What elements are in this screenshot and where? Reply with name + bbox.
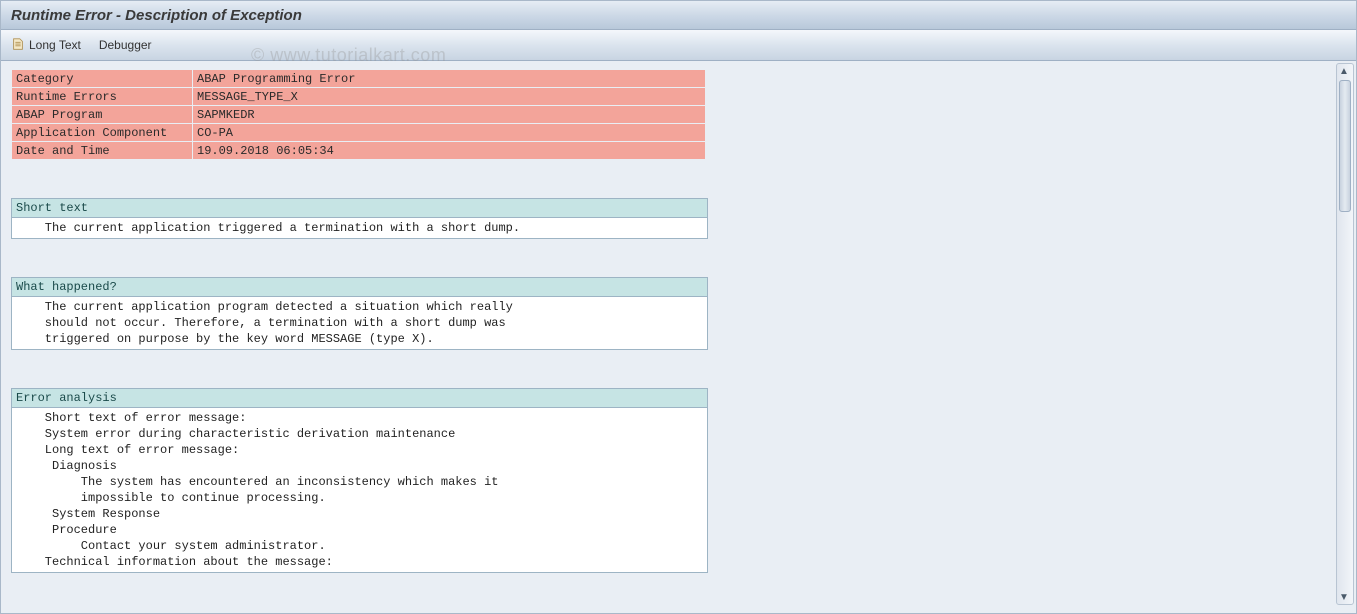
text-line: impossible to continue processing. xyxy=(12,490,707,506)
content-area: CategoryABAP Programming ErrorRuntime Er… xyxy=(1,61,1356,614)
text-line: triggered on purpose by the key word MES… xyxy=(12,331,707,347)
info-label: Category xyxy=(12,70,193,88)
debugger-label: Debugger xyxy=(99,38,152,52)
long-text-label: Long Text xyxy=(29,38,81,52)
app-window: Runtime Error - Description of Exception… xyxy=(0,0,1357,614)
info-label: Runtime Errors xyxy=(12,88,193,106)
long-text-button[interactable]: Long Text xyxy=(11,37,81,54)
info-label: Application Component xyxy=(12,124,193,142)
text-line: should not occur. Therefore, a terminati… xyxy=(12,315,707,331)
info-value: MESSAGE_TYPE_X xyxy=(193,88,706,106)
table-row: Runtime ErrorsMESSAGE_TYPE_X xyxy=(12,88,706,106)
text-line: Technical information about the message: xyxy=(12,554,707,570)
debugger-button[interactable]: Debugger xyxy=(99,38,152,52)
text-line: Short text of error message: xyxy=(12,410,707,426)
scroll-thumb[interactable] xyxy=(1339,80,1351,212)
info-value: ABAP Programming Error xyxy=(193,70,706,88)
text-line: Procedure xyxy=(12,522,707,538)
scroll-down-arrow-icon[interactable]: ▼ xyxy=(1337,590,1351,604)
title-bar: Runtime Error - Description of Exception xyxy=(1,1,1356,30)
section-body: Short text of error message: System erro… xyxy=(12,408,707,572)
vertical-scrollbar[interactable]: ▲ ▼ xyxy=(1336,63,1354,605)
table-row: Application ComponentCO-PA xyxy=(12,124,706,142)
info-value: 19.09.2018 06:05:34 xyxy=(193,142,706,160)
table-row: ABAP ProgramSAPMKEDR xyxy=(12,106,706,124)
table-row: Date and Time19.09.2018 06:05:34 xyxy=(12,142,706,160)
section-what-happened: What happened? The current application p… xyxy=(11,277,708,350)
info-value: SAPMKEDR xyxy=(193,106,706,124)
section-body: The current application program detected… xyxy=(12,297,707,349)
text-line: System error during characteristic deriv… xyxy=(12,426,707,442)
section-error-analysis: Error analysis Short text of error messa… xyxy=(11,388,708,573)
text-line: System Response xyxy=(12,506,707,522)
text-line: The current application program detected… xyxy=(12,299,707,315)
info-label: ABAP Program xyxy=(12,106,193,124)
scroll-icon xyxy=(11,37,25,54)
text-line: Long text of error message: xyxy=(12,442,707,458)
text-line: The system has encountered an inconsiste… xyxy=(12,474,707,490)
info-value: CO-PA xyxy=(193,124,706,142)
toolbar: Long Text Debugger xyxy=(1,30,1356,61)
scroll-up-arrow-icon[interactable]: ▲ xyxy=(1337,64,1351,78)
page-title: Runtime Error - Description of Exception xyxy=(11,7,302,24)
text-line: Diagnosis xyxy=(12,458,707,474)
section-head: What happened? xyxy=(12,278,707,297)
inner-content: CategoryABAP Programming ErrorRuntime Er… xyxy=(11,69,711,573)
text-line: The current application triggered a term… xyxy=(12,220,707,236)
info-label: Date and Time xyxy=(12,142,193,160)
scroll-region: CategoryABAP Programming ErrorRuntime Er… xyxy=(11,69,1331,607)
section-head: Short text xyxy=(12,199,707,218)
info-table: CategoryABAP Programming ErrorRuntime Er… xyxy=(11,69,706,160)
table-row: CategoryABAP Programming Error xyxy=(12,70,706,88)
text-line: Contact your system administrator. xyxy=(12,538,707,554)
section-head: Error analysis xyxy=(12,389,707,408)
section-body: The current application triggered a term… xyxy=(12,218,707,238)
section-short-text: Short text The current application trigg… xyxy=(11,198,708,239)
